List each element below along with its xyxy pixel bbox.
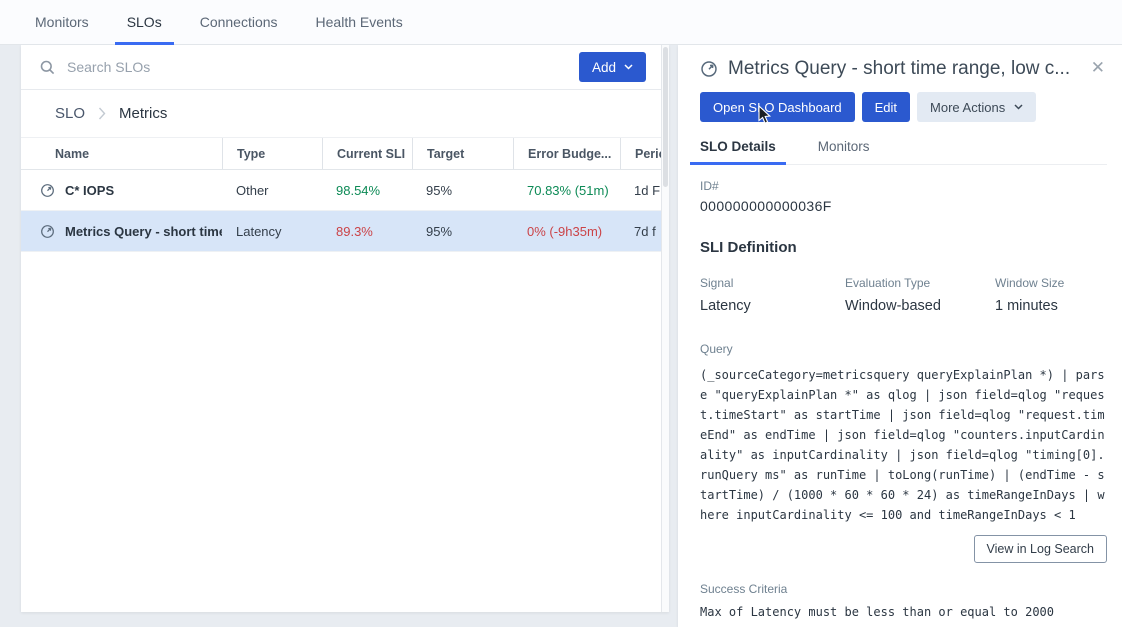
success-criteria-text: Max of Latency must be less than or equa…: [700, 605, 1107, 619]
id-value: 000000000000036F: [700, 198, 1107, 214]
slo-detail-panel: Metrics Query - short time range, low c.…: [678, 45, 1122, 627]
field-value: Latency: [700, 298, 845, 314]
detail-header: Metrics Query - short time range, low c.…: [700, 58, 1107, 80]
slo-list-panel: Add SLO Metrics Name Type Current SLI Ta…: [21, 45, 669, 612]
more-actions-label: More Actions: [930, 100, 1005, 115]
breadcrumb-current: Metrics: [119, 105, 167, 122]
add-button[interactable]: Add: [579, 52, 646, 82]
nav-tab-health-events[interactable]: Health Events: [304, 0, 415, 44]
field-label: Signal: [700, 276, 845, 290]
slo-gauge-icon: [40, 224, 55, 239]
search-input[interactable]: [65, 58, 569, 76]
breadcrumb: SLO Metrics: [21, 90, 669, 138]
cell-name: C* IOPS: [21, 183, 222, 198]
cell-type: Latency: [222, 224, 322, 239]
nav-tab-connections[interactable]: Connections: [188, 0, 290, 44]
nav-tab-slos[interactable]: SLOs: [115, 0, 174, 44]
chevron-down-icon: [624, 64, 633, 70]
id-label: ID#: [700, 179, 1107, 193]
open-slo-dashboard-button[interactable]: Open SLO Dashboard: [700, 92, 855, 122]
nav-tab-monitors[interactable]: Monitors: [23, 0, 101, 44]
table-row[interactable]: C* IOPS Other 98.54% 95% 70.83% (51m) 1d…: [21, 170, 669, 211]
cell-target: 95%: [412, 224, 513, 239]
close-icon[interactable]: ✕: [1091, 59, 1105, 76]
edit-button[interactable]: Edit: [862, 92, 910, 122]
slo-name: C* IOPS: [65, 183, 114, 198]
detail-actions: Open SLO Dashboard Edit More Actions: [700, 92, 1107, 122]
field-signal: Signal Latency: [700, 276, 845, 314]
search-icon: [40, 60, 55, 75]
cell-current-sli: 98.54%: [322, 183, 412, 198]
cell-current-sli: 89.3%: [322, 224, 412, 239]
field-label: Evaluation Type: [845, 276, 995, 290]
success-criteria-label: Success Criteria: [700, 582, 1107, 596]
column-header-error-budget[interactable]: Error Budge...: [513, 138, 620, 169]
field-value: Window-based: [845, 298, 995, 314]
field-label: Window Size: [995, 276, 1064, 290]
query-label: Query: [700, 342, 1107, 356]
top-nav: Monitors SLOs Connections Health Events: [0, 0, 1122, 45]
column-header-target[interactable]: Target: [412, 138, 513, 169]
breadcrumb-root[interactable]: SLO: [55, 105, 85, 122]
sli-definition-fields: Signal Latency Evaluation Type Window-ba…: [700, 276, 1107, 314]
sli-definition-heading: SLI Definition: [700, 239, 1107, 256]
column-header-type[interactable]: Type: [222, 138, 322, 169]
tab-monitors[interactable]: Monitors: [818, 139, 870, 164]
field-value: 1 minutes: [995, 298, 1064, 314]
tab-slo-details[interactable]: SLO Details: [700, 139, 776, 164]
detail-tabs: SLO Details Monitors: [700, 139, 1107, 165]
slo-gauge-icon: [40, 183, 55, 198]
view-log-row: View in Log Search: [700, 535, 1107, 563]
column-header-current-sli[interactable]: Current SLI: [322, 138, 412, 169]
chevron-down-icon: [1014, 104, 1023, 110]
slo-name: Metrics Query - short time rang: [65, 224, 222, 239]
field-window-size: Window Size 1 minutes: [995, 276, 1064, 314]
chevron-right-icon: [98, 107, 106, 120]
cell-error-budget: 70.83% (51m): [513, 183, 620, 198]
vertical-scrollbar[interactable]: [661, 45, 669, 612]
cell-type: Other: [222, 183, 322, 198]
cell-error-budget: 0% (-9h35m): [513, 224, 620, 239]
slo-gauge-icon: [700, 60, 718, 78]
table-header: Name Type Current SLI Target Error Budge…: [21, 138, 669, 170]
field-evaluation-type: Evaluation Type Window-based: [845, 276, 995, 314]
add-button-label: Add: [592, 60, 616, 75]
view-in-log-search-button[interactable]: View in Log Search: [974, 535, 1107, 563]
table-row[interactable]: Metrics Query - short time rang Latency …: [21, 211, 669, 252]
more-actions-button[interactable]: More Actions: [917, 92, 1036, 122]
panel-title: Metrics Query - short time range, low c.…: [728, 58, 1070, 80]
cell-target: 95%: [412, 183, 513, 198]
scrollbar-thumb[interactable]: [663, 47, 668, 187]
search-row: Add: [21, 45, 669, 90]
column-header-name[interactable]: Name: [21, 138, 222, 169]
cell-name: Metrics Query - short time rang: [21, 224, 222, 239]
query-text: (_sourceCategory=metricsquery queryExpla…: [700, 365, 1107, 525]
